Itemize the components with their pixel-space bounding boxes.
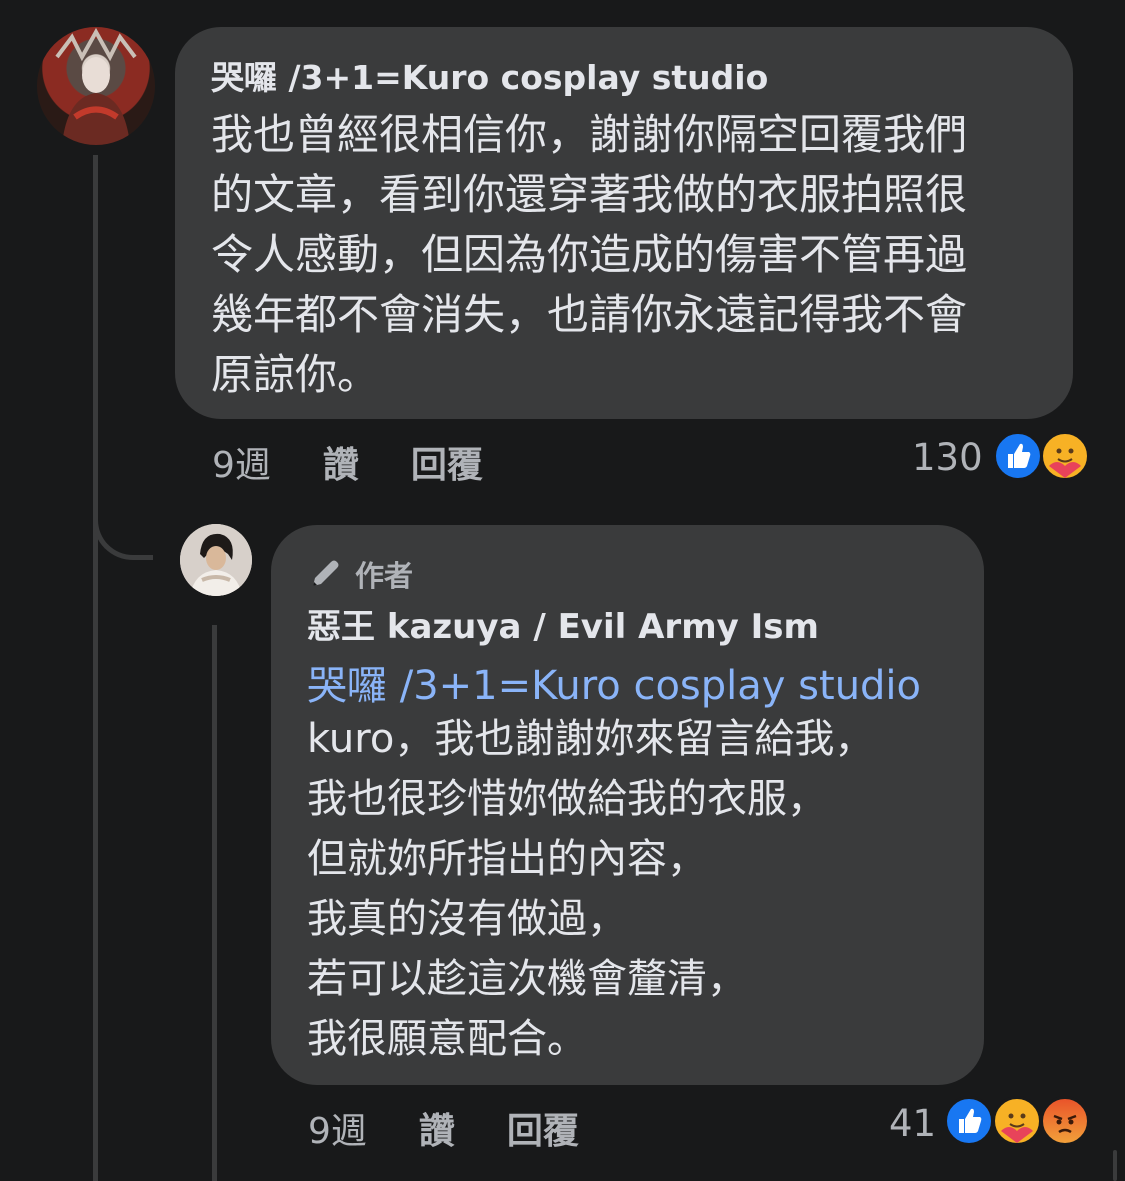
author-badge: 作者	[307, 553, 413, 595]
reply-like-button[interactable]: 讚	[419, 1102, 455, 1154]
comment-text: 我也曾經很相信你，謝謝你隔空回覆我們 的文章，看到你還穿著我做的衣服拍照很 令人…	[211, 110, 968, 399]
comment-author-name[interactable]: 哭囉 /3+1=Kuro cosplay studio	[211, 51, 768, 99]
comment-reply-button[interactable]: 回覆	[411, 436, 483, 488]
reply-actions: 9週 讚 回覆	[308, 1102, 579, 1154]
comment-bubble: 哭囉 /3+1=Kuro cosplay studio 我也曾經很相信你，謝謝你…	[175, 27, 1073, 419]
comment-time[interactable]: 9週	[212, 436, 271, 488]
avatar-kazuya[interactable]	[180, 524, 252, 596]
comment-reaction-count[interactable]: 130	[912, 436, 983, 479]
reply-mention-link[interactable]: 哭囉 /3+1=Kuro cosplay studio	[307, 653, 921, 711]
comment-actions: 9週 讚 回覆	[212, 436, 483, 488]
like-icon	[993, 431, 1043, 481]
avatar-figure-icon	[180, 524, 252, 596]
pencil-icon	[307, 556, 343, 592]
scrollbar[interactable]	[1113, 1150, 1117, 1181]
author-badge-label: 作者	[355, 559, 414, 593]
thread-elbow	[93, 480, 153, 560]
reply-bubble: 作者 惡王 kazuya / Evil Army Ism 哭囉 /3+1=Kur…	[271, 525, 984, 1085]
thread-line-main	[93, 155, 98, 1181]
reply-author-name[interactable]: 惡王 kazuya / Evil Army Ism	[307, 599, 819, 648]
avatar-kuro[interactable]	[37, 27, 155, 145]
comment-like-button[interactable]: 讚	[323, 436, 359, 488]
care-icon	[1040, 431, 1090, 481]
care-icon	[992, 1096, 1042, 1146]
avatar-figure-icon	[55, 27, 137, 145]
reply-reply-button[interactable]: 回覆	[507, 1102, 579, 1154]
reply-reaction-count[interactable]: 41	[889, 1102, 936, 1145]
like-icon	[944, 1096, 994, 1146]
thread-line-reply	[212, 625, 217, 1181]
reply-text: kuro，我也謝謝妳來留言給我， 我也很珍惜妳做給我的衣服， 但就妳所指出的內容…	[307, 716, 875, 1062]
reply-time[interactable]: 9週	[308, 1102, 367, 1154]
angry-icon	[1040, 1096, 1090, 1146]
